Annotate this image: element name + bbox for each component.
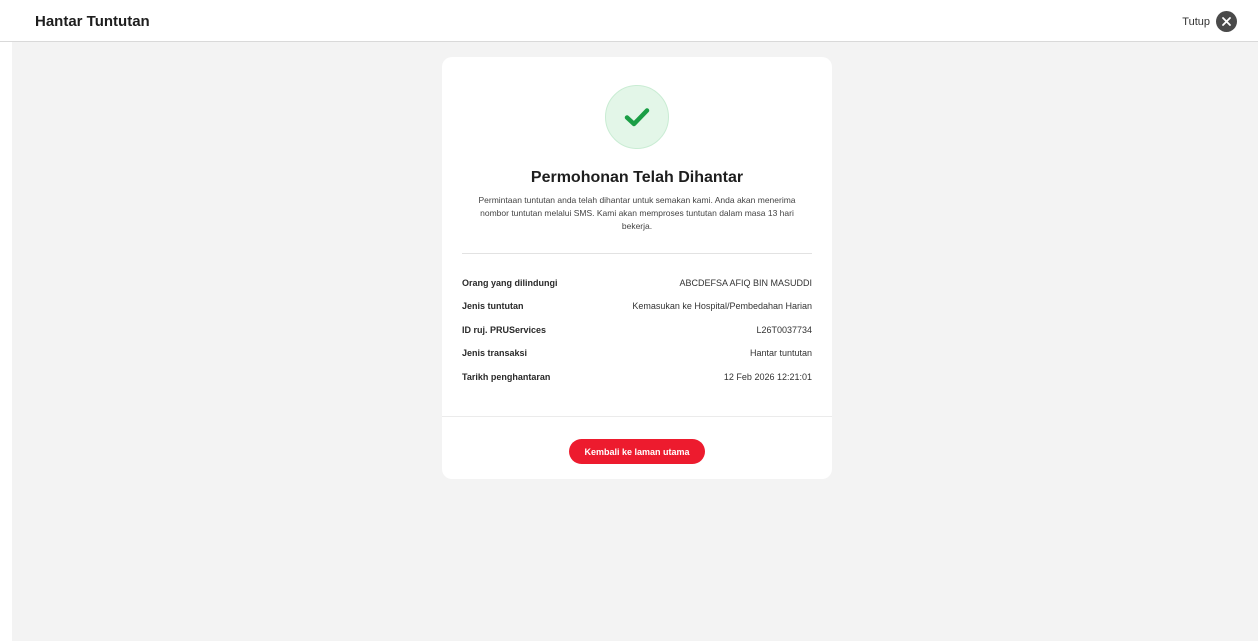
close-button[interactable]: Tutup bbox=[1182, 11, 1237, 32]
detail-value: 12 Feb 2026 12:21:01 bbox=[723, 371, 812, 382]
success-title: Permohonan Telah Dihantar bbox=[530, 169, 744, 186]
detail-row: ID ruj. PRUServices L26T0037734 bbox=[462, 318, 812, 342]
detail-label: Jenis tuntutan bbox=[462, 301, 524, 312]
detail-row: Orang yang dilindungi ABCDEFSA AFIQ BIN … bbox=[462, 271, 812, 295]
top-bar: Hantar Tuntutan Tutup bbox=[0, 0, 1258, 42]
detail-label: Orang yang dilindungi bbox=[462, 277, 558, 288]
divider bbox=[462, 253, 812, 254]
detail-value: L26T0037734 bbox=[756, 324, 812, 335]
detail-label: Jenis transaksi bbox=[462, 348, 528, 359]
detail-row: Tarikh penghantaran 12 Feb 2026 12:21:01 bbox=[462, 365, 812, 389]
page-title: Hantar Tuntutan bbox=[35, 13, 150, 30]
detail-label: Tarikh penghantaran bbox=[462, 371, 551, 382]
close-icon[interactable] bbox=[1216, 11, 1237, 32]
success-description: Permintaan tuntutan anda telah dihantar … bbox=[478, 195, 796, 231]
detail-value: ABCDEFSA AFIQ BIN MASUDDI bbox=[679, 277, 812, 288]
back-to-home-button[interactable]: Kembali ke laman utama bbox=[569, 439, 705, 464]
close-label: Tutup bbox=[1182, 15, 1210, 28]
check-icon bbox=[605, 85, 669, 149]
footer-divider bbox=[442, 416, 832, 417]
success-card: Permohonan Telah Dihantar Permintaan tun… bbox=[442, 57, 832, 479]
detail-label: ID ruj. PRUServices bbox=[462, 324, 547, 335]
detail-row: Jenis tuntutan Kemasukan ke Hospital/Pem… bbox=[462, 295, 812, 319]
details-list: Orang yang dilindungi ABCDEFSA AFIQ BIN … bbox=[462, 271, 812, 389]
detail-value: Hantar tuntutan bbox=[749, 348, 812, 359]
detail-value: Kemasukan ke Hospital/Pembedahan Harian bbox=[632, 301, 812, 312]
detail-row: Jenis transaksi Hantar tuntutan bbox=[462, 342, 812, 366]
